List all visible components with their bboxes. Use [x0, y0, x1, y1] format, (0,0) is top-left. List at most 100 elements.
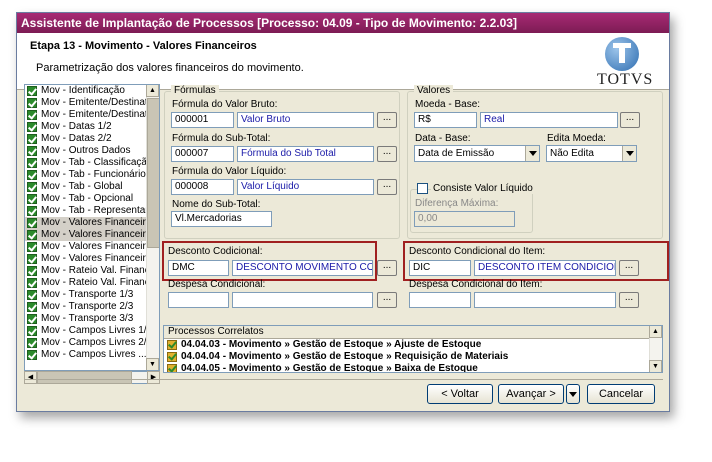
step-list-item-label: Mov - Rateio Val. Financ [41, 265, 150, 276]
step-list-item[interactable]: Mov - Tab - Global [25, 181, 159, 193]
check-icon [27, 326, 37, 336]
consiste-valor-liquido-checkbox[interactable] [417, 183, 428, 194]
processo-correlato-item[interactable]: 04.04.04 - Movimento » Gestão de Estoque… [164, 351, 662, 363]
despesa-item-label: Despesa Condicional do Item: [409, 279, 543, 290]
steps-list[interactable]: Mov - Identificação Mov - Emitente/Destin… [24, 84, 160, 371]
process-check-icon [167, 352, 177, 362]
moeda-base-code-input[interactable]: R$ [414, 112, 477, 128]
step-list-item[interactable]: Mov - Tab - Representar [25, 205, 159, 217]
step-list-item[interactable]: Mov - Tab - Funcionário [25, 169, 159, 181]
valor-bruto-lookup-button[interactable]: ... [377, 112, 397, 128]
chevron-down-icon[interactable] [525, 146, 539, 161]
subtotal-code-input[interactable]: 000007 [171, 146, 234, 162]
step-list-item[interactable]: Mov - Identificação [25, 85, 159, 97]
check-icon [27, 254, 37, 264]
step-description: Parametrização dos valores financeiros d… [36, 62, 304, 74]
data-base-label: Data - Base: [415, 133, 471, 144]
processo-correlato-label: 04.04.03 - Movimento » Gestão de Estoque… [181, 339, 482, 350]
step-list-item-label: Mov - Transporte 1/3 [41, 289, 134, 300]
step-list-item[interactable]: Mov - Tab - Opcional [25, 193, 159, 205]
scroll-left-button[interactable]: ◀ [24, 371, 37, 384]
check-icon [27, 266, 37, 276]
nome-subtotal-label: Nome do Sub-Total: [172, 199, 261, 210]
nome-subtotal-input[interactable]: Vl.Mercadorias [171, 211, 272, 227]
step-list-item[interactable]: Mov - Transporte 2/3 [25, 301, 159, 313]
step-list-item[interactable]: Mov - Campos Livres 1/2 [25, 325, 159, 337]
diferenca-maxima-label: Diferença Máxima: [415, 198, 499, 209]
despesa-item-lookup-button[interactable]: ... [619, 292, 639, 308]
step-list-item[interactable]: Mov - Valores Financeiro [25, 217, 159, 229]
despesa-item-code-input[interactable] [409, 292, 471, 308]
step-list-item-label: Mov - Valores Financeiro [41, 253, 152, 264]
valor-bruto-code-input[interactable]: 000001 [171, 112, 234, 128]
data-base-select[interactable]: Data de Emissão [414, 145, 540, 162]
step-list-item[interactable]: Mov - Transporte 3/3 [25, 313, 159, 325]
subtotal-lookup-button[interactable]: ... [377, 146, 397, 162]
desconto-item-code-input[interactable]: DIC [409, 260, 471, 276]
totvs-logo: TOTVS [597, 37, 655, 88]
step-list-item[interactable]: Mov - Datas 2/2 [25, 133, 159, 145]
steps-vertical-scrollbar[interactable]: ▲ ▼ [146, 85, 159, 370]
check-icon [27, 158, 37, 168]
scroll-up-button[interactable]: ▲ [146, 85, 159, 97]
step-list-item[interactable]: Mov - Valores Financeiro [25, 229, 159, 241]
step-list-item-label: Mov - Tab - Opcional [41, 193, 134, 204]
step-list-item[interactable]: Mov - Tab - Classificação [25, 157, 159, 169]
step-list-item[interactable]: Mov - Datas 1/2 [25, 121, 159, 133]
processos-scroll-up[interactable]: ▲ [649, 326, 662, 338]
check-icon [27, 170, 37, 180]
step-list-item-label: Mov - Outros Dados [41, 145, 131, 156]
step-list-item-label: Mov - Emitente/Destinat [41, 97, 148, 108]
step-list-item[interactable]: Mov - Valores Financeiro [25, 241, 159, 253]
steps-horizontal-scrollbar[interactable]: ◀ ▶ [24, 371, 160, 384]
check-icon [27, 338, 37, 348]
processos-correlatos-header: Processos Correlatos [164, 326, 662, 339]
valor-liquido-lookup-button[interactable]: ... [377, 179, 397, 195]
desconto-condicional-label: Desconto Codicional: [168, 246, 263, 257]
despesa-condicional-code-input[interactable] [168, 292, 229, 308]
valor-liquido-desc-field: Valor Líquido [237, 179, 374, 195]
step-list-item[interactable]: Mov - Rateio Val. Financ [25, 277, 159, 289]
edita-moeda-select[interactable]: Não Edita [546, 145, 637, 162]
check-icon [27, 98, 37, 108]
step-list-item-label: Mov - Valores Financeiro [41, 241, 152, 252]
desconto-condicional-code-input[interactable]: DMC [168, 260, 229, 276]
moeda-base-lookup-button[interactable]: ... [620, 112, 640, 128]
despesa-condicional-lookup-button[interactable]: ... [377, 292, 397, 308]
processos-scroll-down[interactable]: ▼ [649, 360, 662, 372]
back-button[interactable]: < Voltar [427, 384, 493, 404]
step-list-item[interactable]: Mov - Transporte 1/3 [25, 289, 159, 301]
desconto-item-lookup-button[interactable]: ... [619, 260, 639, 276]
step-list-item[interactable]: Mov - Emitente/Destinat [25, 109, 159, 121]
hscroll-thumb[interactable] [37, 371, 132, 384]
valor-liquido-label: Fórmula do Valor Líquido: [172, 166, 287, 177]
step-list-item[interactable]: Mov - Emitente/Destinat [25, 97, 159, 109]
processo-correlato-item[interactable]: 04.04.03 - Movimento » Gestão de Estoque… [164, 339, 662, 351]
chevron-down-icon[interactable] [622, 146, 636, 161]
step-list-item[interactable]: Mov - Rateio Val. Financ [25, 265, 159, 277]
process-check-icon [167, 364, 177, 372]
scroll-down-button[interactable]: ▼ [146, 358, 159, 370]
step-list-item-label: Mov - Valores Financeiro [41, 229, 152, 240]
step-title: Etapa 13 - Movimento - Valores Financeir… [30, 40, 257, 52]
desconto-condicional-desc-field: DESCONTO MOVIMENTO CONDI [232, 260, 373, 276]
step-list-item[interactable]: Mov - Campos Livres ... [25, 349, 159, 361]
check-icon [27, 242, 37, 252]
valor-liquido-code-input[interactable]: 000008 [171, 179, 234, 195]
step-list-item[interactable]: Mov - Campos Livres 2/2 [25, 337, 159, 349]
cancel-button[interactable]: Cancelar [587, 384, 655, 404]
scroll-right-button[interactable]: ▶ [147, 371, 160, 384]
desconto-condicional-lookup-button[interactable]: ... [377, 260, 397, 276]
diferenca-maxima-input: 0,00 [414, 211, 515, 227]
check-icon [27, 278, 37, 288]
scroll-thumb[interactable] [147, 98, 159, 248]
processo-correlato-item[interactable]: 04.04.05 - Movimento » Gestão de Estoque… [164, 363, 662, 372]
next-button[interactable]: Avançar > [498, 384, 564, 404]
check-icon [27, 314, 37, 324]
step-list-item[interactable]: Mov - Outros Dados [25, 145, 159, 157]
processos-scrollbar[interactable]: ▲ ▼ [649, 326, 662, 372]
step-list-item-label: Mov - Datas 2/2 [41, 133, 112, 144]
step-list-item[interactable]: Mov - Valores Financeiro [25, 253, 159, 265]
next-dropdown-button[interactable] [566, 384, 580, 404]
step-list-item-label: Mov - Datas 1/2 [41, 121, 112, 132]
